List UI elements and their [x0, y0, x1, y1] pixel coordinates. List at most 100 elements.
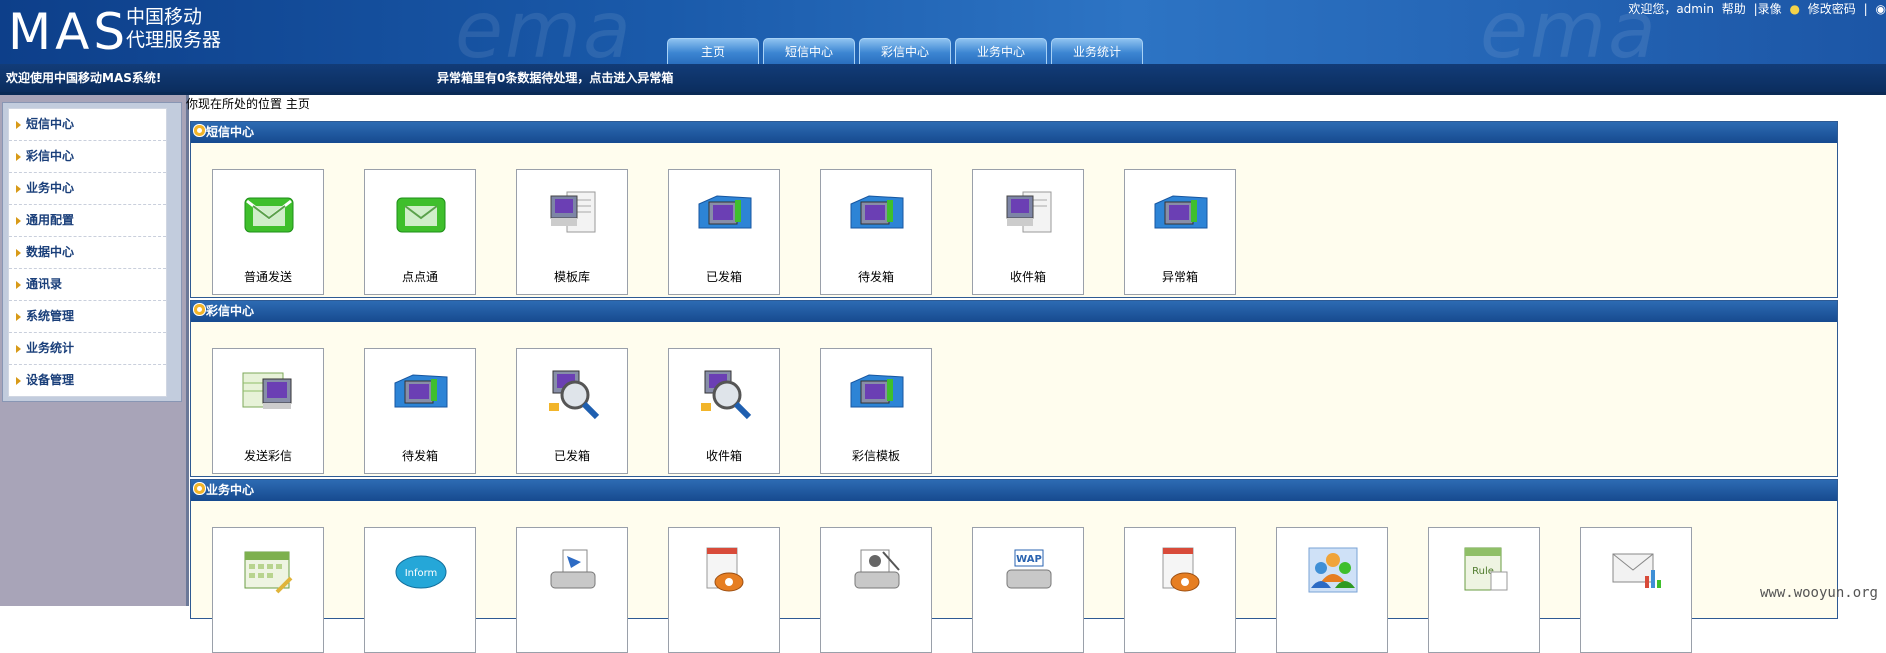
site-credit: www.wooyun.org [1759, 585, 1878, 601]
section-title: 业务中心 [206, 483, 255, 497]
tile-phone-doc-2[interactable] [1124, 527, 1236, 653]
tile-mms-template[interactable]: 彩信模板 [820, 348, 932, 474]
help-link[interactable]: 帮助 [1722, 2, 1746, 16]
exception-box-link[interactable]: 异常箱里有0条数据待处理，点击进入异常箱 [437, 64, 673, 92]
mail-chart-icon [1612, 553, 1661, 588]
section-header: 彩信中心 [191, 301, 1837, 322]
wap-tray-icon: WAP [1006, 549, 1052, 589]
blue-folder-icon [1154, 195, 1208, 229]
magnifier-icon [549, 370, 600, 420]
arrow-icon [16, 153, 21, 161]
tile-label: 异常箱 [1161, 270, 1198, 284]
top-header: ema ema MAS 中国移动 代理服务器 欢迎您，admin 帮助 |录像 … [0, 0, 1886, 64]
template-docs-icon [550, 191, 596, 233]
tile-label: 待发箱 [857, 270, 894, 284]
sidebar-item-business-stats[interactable]: 业务统计 [9, 333, 166, 365]
tile-rule[interactable]: Rule [1428, 527, 1540, 653]
arrow-icon [16, 217, 21, 225]
tile-template-library[interactable]: 模板库 [516, 169, 628, 295]
tile-camera-tray[interactable] [820, 527, 932, 653]
sidebar-item-device-management[interactable]: 设备管理 [9, 365, 166, 396]
tile-label: 发送彩信 [243, 449, 292, 463]
tile-label: 已发箱 [705, 270, 742, 284]
sidebar-item-data-center[interactable]: 数据中心 [9, 237, 166, 269]
green-envelope-icon [396, 197, 446, 233]
key-icon: ● [1789, 2, 1800, 16]
logo-line1: 中国移动 [126, 6, 203, 28]
sidebar-item-contacts[interactable]: 通讯录 [9, 269, 166, 301]
sidebar-item-business-center[interactable]: 业务中心 [9, 173, 166, 205]
greeting-text: 欢迎您，admin [1628, 2, 1714, 16]
sidebar-item-label: 彩信中心 [26, 149, 75, 163]
sidebar-divider [186, 95, 189, 606]
section-header: 业务中心 [191, 480, 1837, 501]
tile-inbox[interactable]: 收件箱 [972, 169, 1084, 295]
tile-mms-inbox[interactable]: 收件箱 [668, 348, 780, 474]
section-bullet-icon [193, 482, 206, 495]
sidebar-item-label: 系统管理 [26, 309, 75, 323]
tab-home[interactable]: 主页 [667, 38, 759, 64]
tile-pending-box[interactable]: 待发箱 [820, 169, 932, 295]
arrow-icon [16, 377, 21, 385]
blue-folder-icon [698, 195, 752, 229]
section-sms-center: 短信中心 普通发送 点点通 模板库 已发箱 待发箱 收件箱 异常箱 [190, 121, 1838, 298]
tab-business-stats[interactable]: 业务统计 [1051, 38, 1143, 64]
tab-business-center[interactable]: 业务中心 [955, 38, 1047, 64]
send-mms-icon [242, 372, 292, 409]
section-business-center: 业务中心 Inform WAP Rule [190, 479, 1838, 653]
tile-label: 点点通 [401, 270, 438, 284]
blue-folder-icon [394, 374, 448, 408]
tile-wap[interactable]: WAP [972, 527, 1084, 653]
tile-sent-box[interactable]: 已发箱 [668, 169, 780, 295]
sidebar: 短信中心 彩信中心 业务中心 通用配置 数据中心 通讯录 系统管理 业务统计 设… [2, 102, 182, 402]
section-bullet-icon [193, 303, 206, 316]
tile-inform[interactable]: Inform [364, 527, 476, 653]
tile-exception-box[interactable]: 异常箱 [1124, 169, 1236, 295]
sidebar-item-mms-center[interactable]: 彩信中心 [9, 141, 166, 173]
phone-doc-icon [706, 547, 744, 592]
inbox-tray-icon [550, 549, 596, 589]
magnifier-icon [701, 370, 752, 420]
welcome-bar: 欢迎使用中国移动MAS系统! 异常箱里有0条数据待处理，点击进入异常箱 [0, 64, 1886, 95]
logo-mas: MAS [8, 3, 130, 61]
users-icon [1308, 547, 1358, 593]
tile-phone-doc[interactable] [668, 527, 780, 653]
tile-label: 待发箱 [401, 449, 438, 463]
tile-mms-sent-box[interactable]: 已发箱 [516, 348, 628, 474]
blue-folder-icon [850, 195, 904, 229]
arrow-icon [16, 121, 21, 129]
sidebar-item-label: 设备管理 [26, 373, 75, 387]
tile-mms-pending-box[interactable]: 待发箱 [364, 348, 476, 474]
logo-text: 中国移动 代理服务器 [126, 6, 221, 52]
arrow-icon [16, 313, 21, 321]
green-envelope-icon [244, 197, 294, 233]
sidebar-item-sms-center[interactable]: 短信中心 [9, 109, 166, 141]
sidebar-item-label: 通讯录 [26, 277, 63, 291]
sidebar-item-label: 通用配置 [26, 213, 75, 227]
tile-label: 彩信模板 [851, 449, 900, 463]
tab-mms-center[interactable]: 彩信中心 [859, 38, 951, 64]
section-mms-center: 彩信中心 发送彩信 待发箱 已发箱 收件箱 彩信模板 [190, 300, 1838, 477]
record-link[interactable]: |录像 [1754, 2, 1782, 16]
tile-calendar[interactable] [212, 527, 324, 653]
welcome-message: 欢迎使用中国移动MAS系统! [6, 71, 162, 85]
tile-send-mms[interactable]: 发送彩信 [212, 348, 324, 474]
sidebar-item-label: 业务统计 [26, 341, 75, 355]
tile-users[interactable] [1276, 527, 1388, 653]
tile-mail-chart[interactable] [1580, 527, 1692, 653]
tile-point-to-point[interactable]: 点点通 [364, 169, 476, 295]
tab-sms-center[interactable]: 短信中心 [763, 38, 855, 64]
arrow-icon [16, 249, 21, 257]
tile-label: 收件箱 [1009, 270, 1046, 284]
tile-label: 收件箱 [705, 449, 742, 463]
sidebar-menu: 短信中心 彩信中心 业务中心 通用配置 数据中心 通讯录 系统管理 业务统计 设… [8, 108, 167, 397]
change-password-link[interactable]: 修改密码 [1808, 2, 1856, 16]
camera-tray-icon [854, 549, 900, 589]
tile-inbox-tray[interactable] [516, 527, 628, 653]
wap-text: WAP [1016, 554, 1042, 565]
tile-normal-send[interactable]: 普通发送 [212, 169, 324, 295]
sidebar-item-general-config[interactable]: 通用配置 [9, 205, 166, 237]
logout-icon[interactable]: ◉ [1876, 2, 1886, 16]
sidebar-item-system-management[interactable]: 系统管理 [9, 301, 166, 333]
inform-text: Inform [405, 568, 438, 579]
